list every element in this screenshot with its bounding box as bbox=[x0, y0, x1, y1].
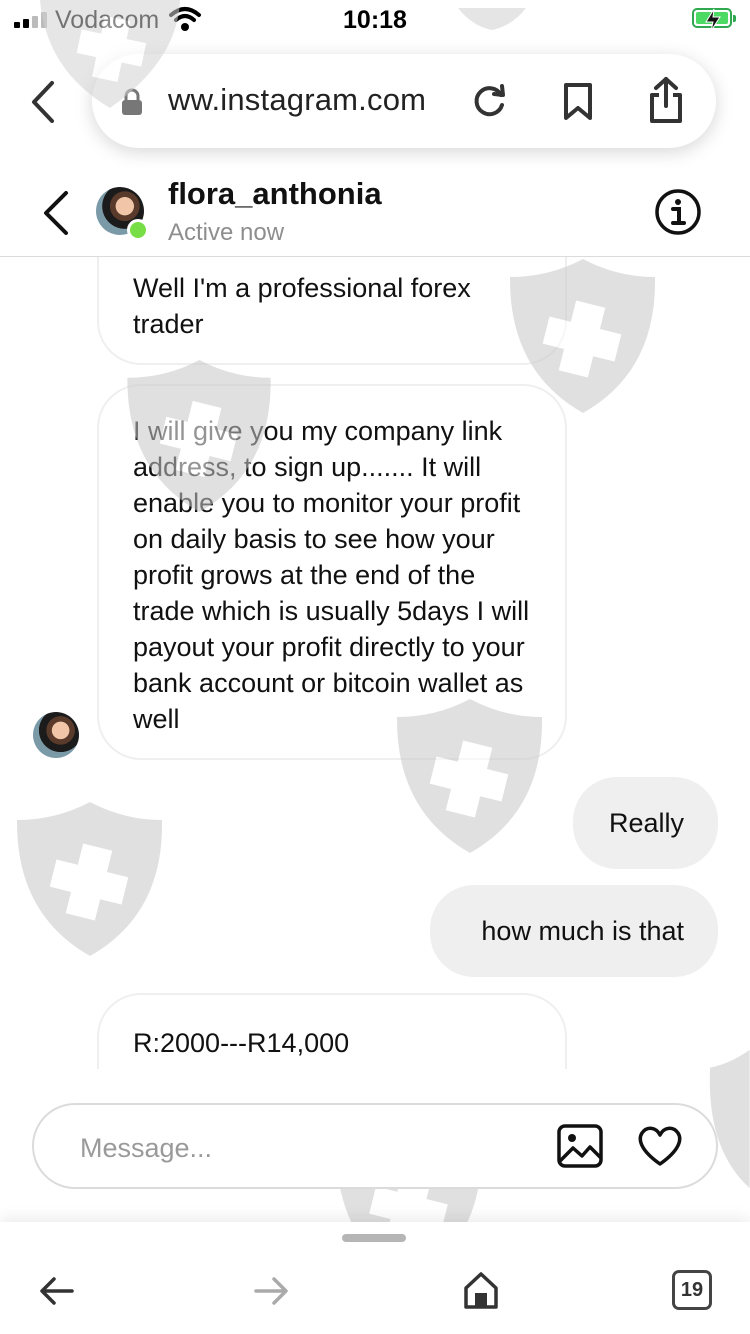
message-text: I will give you my company link address,… bbox=[133, 416, 530, 734]
chat-back-icon[interactable] bbox=[40, 190, 72, 236]
online-status-dot bbox=[127, 219, 149, 241]
info-icon[interactable] bbox=[654, 188, 702, 236]
message-text: Really bbox=[608, 808, 684, 838]
message-thread[interactable]: Well I'm a professional forex trader I w… bbox=[0, 257, 750, 1069]
back-chevron-icon[interactable] bbox=[28, 80, 58, 124]
message-received[interactable]: R:2000---R14,000 R:3000---R20,000 bbox=[97, 993, 567, 1069]
message-text: R:3000---R20,000 bbox=[133, 1061, 531, 1069]
url-text[interactable]: ww.instagram.com bbox=[168, 82, 426, 118]
heart-icon[interactable] bbox=[636, 1125, 684, 1167]
message-sent[interactable]: Really bbox=[573, 777, 718, 869]
avatar[interactable] bbox=[33, 712, 79, 758]
share-icon[interactable] bbox=[648, 76, 684, 124]
message-received[interactable]: I will give you my company link address,… bbox=[97, 384, 567, 760]
message-received[interactable]: Well I'm a professional forex trader bbox=[97, 257, 567, 365]
bookmark-icon[interactable] bbox=[562, 82, 594, 122]
reload-icon[interactable] bbox=[470, 82, 508, 120]
battery-charging-icon bbox=[692, 8, 736, 32]
clock: 10:18 bbox=[343, 6, 407, 34]
tabs-icon[interactable]: 19 bbox=[672, 1270, 712, 1310]
lock-icon bbox=[122, 88, 142, 115]
message-input[interactable] bbox=[78, 1127, 522, 1169]
drag-handle[interactable] bbox=[342, 1234, 406, 1242]
address-bar[interactable]: ww.instagram.com bbox=[92, 54, 716, 148]
message-sent[interactable]: how much is that bbox=[430, 885, 718, 977]
presence-status: Active now bbox=[168, 219, 285, 246]
home-icon[interactable] bbox=[462, 1270, 500, 1310]
message-composer[interactable] bbox=[32, 1103, 718, 1189]
back-arrow-icon[interactable] bbox=[38, 1274, 76, 1308]
message-text: R:2000---R14,000 bbox=[133, 1028, 350, 1058]
gallery-icon[interactable] bbox=[556, 1123, 604, 1169]
message-text: Well I'm a professional forex trader bbox=[133, 273, 471, 339]
status-bar: Vodacom 10:18 bbox=[0, 0, 750, 44]
forward-arrow-icon[interactable] bbox=[252, 1274, 290, 1308]
message-text: how much is that bbox=[481, 916, 684, 946]
chat-username[interactable]: flora_anthonia bbox=[168, 176, 382, 212]
